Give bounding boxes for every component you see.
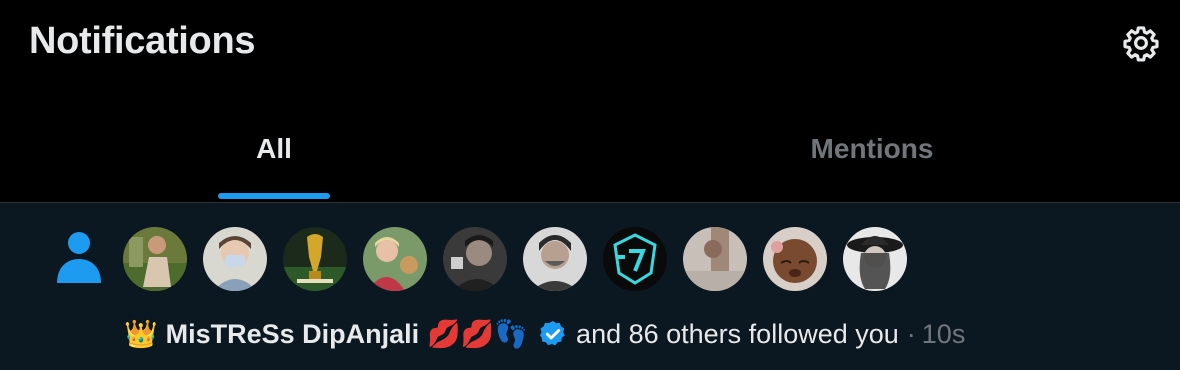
- kiss-mark-icon: 💋: [427, 319, 461, 349]
- kiss-mark-icon: 💋: [460, 319, 495, 349]
- page-title: Notifications: [29, 20, 256, 62]
- person-icon: [55, 229, 103, 285]
- header: Notifications: [0, 0, 1180, 90]
- avatar[interactable]: [763, 227, 827, 291]
- tab-all[interactable]: All: [0, 90, 548, 202]
- active-tab-indicator: [218, 193, 330, 199]
- tab-mentions[interactable]: Mentions: [598, 90, 1146, 202]
- avatar[interactable]: [363, 227, 427, 291]
- timestamp: 10s: [921, 318, 966, 349]
- avatar[interactable]: [283, 227, 347, 291]
- follow-notification[interactable]: 👑 MisTReSs DipAnjali 💋 💋 👣 and 86 others…: [0, 203, 1180, 370]
- avatar[interactable]: [683, 227, 747, 291]
- notification-text: 👑 MisTReSs DipAnjali 💋 💋 👣 and 86 others…: [124, 318, 965, 350]
- gear-icon[interactable]: [1122, 24, 1160, 62]
- verified-badge-icon: [538, 319, 568, 349]
- avatar[interactable]: [203, 227, 267, 291]
- avatar[interactable]: [123, 227, 187, 291]
- notification-message: and 86 others followed you: [576, 318, 899, 349]
- tab-bar: All Mentions: [0, 90, 1180, 203]
- avatar[interactable]: [603, 227, 667, 291]
- tab-mentions-label: Mentions: [810, 133, 934, 164]
- user-name-link[interactable]: 👑 MisTReSs DipAnjali 💋 💋 👣: [124, 318, 568, 350]
- footprints-icon: 👣: [494, 319, 529, 349]
- tab-all-label: All: [256, 133, 292, 164]
- user-name: MisTReSs DipAnjali: [165, 318, 420, 349]
- avatar[interactable]: [443, 227, 507, 291]
- crown-icon: 👑: [124, 319, 158, 349]
- separator-dot: ·: [906, 318, 916, 349]
- avatar[interactable]: [843, 227, 907, 291]
- avatar[interactable]: [523, 227, 587, 291]
